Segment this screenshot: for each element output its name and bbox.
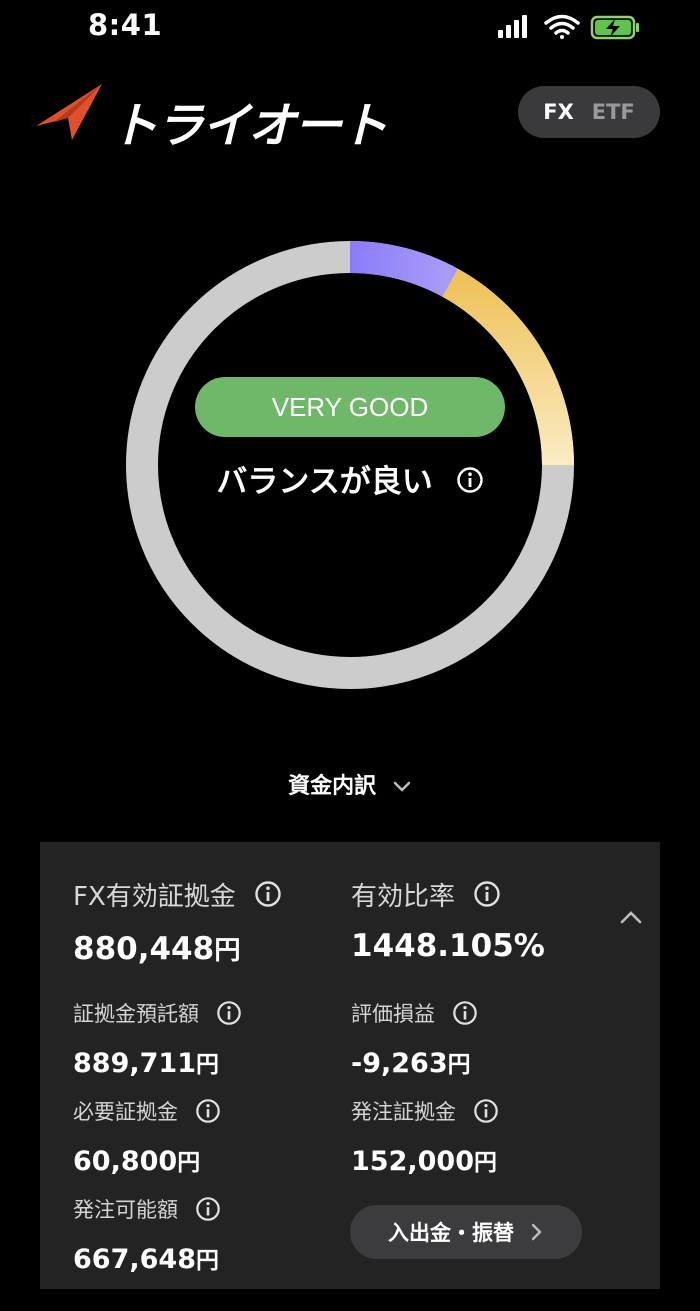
- info-icon[interactable]: [195, 1196, 221, 1227]
- toggle-fx[interactable]: FX: [543, 100, 574, 124]
- info-icon[interactable]: [452, 1000, 478, 1031]
- balance-rating-badge: VERY GOOD: [195, 377, 505, 437]
- balance-message: バランスが良い: [216, 464, 433, 500]
- chevron-up-icon[interactable]: [618, 908, 644, 926]
- gauge-segment-yellow: [442, 268, 574, 466]
- available-label: 発注可能額: [73, 1194, 221, 1227]
- deposit-transfer-label: 入出金・振替: [388, 1221, 514, 1245]
- ratio-label: 有効比率: [351, 876, 501, 915]
- signal-icon: [498, 15, 527, 38]
- chevron-right-icon: [531, 1223, 542, 1241]
- pnl-label: 評価損益: [351, 998, 478, 1031]
- required-value: 60,800円: [73, 1146, 201, 1177]
- info-icon[interactable]: [195, 1098, 221, 1129]
- fund-breakdown-toggle[interactable]: 資金内訳: [0, 768, 700, 800]
- info-icon[interactable]: [456, 466, 484, 502]
- available-value: 667,648円: [73, 1244, 219, 1275]
- wifi-icon: [544, 14, 580, 39]
- order-margin-value: 152,000円: [351, 1146, 497, 1177]
- toggle-etf[interactable]: ETF: [592, 100, 635, 124]
- app-logo-text: トライオート: [110, 98, 388, 154]
- product-toggle[interactable]: FX ETF: [518, 86, 660, 138]
- info-icon[interactable]: [216, 1000, 242, 1031]
- deposit-value: 889,711円: [73, 1048, 219, 1079]
- balance-status: バランスが良い: [0, 456, 700, 502]
- gauge-segment-purple: [349, 241, 458, 297]
- fund-breakdown-label: 資金内訳: [288, 774, 377, 799]
- ratio-value: 1448.105%: [351, 928, 545, 964]
- fx-margin-label: FX有効証拠金: [73, 876, 282, 915]
- status-icons: [498, 14, 639, 40]
- info-icon[interactable]: [473, 1098, 499, 1129]
- pnl-value: -9,263円: [351, 1048, 471, 1079]
- deposit-transfer-button[interactable]: 入出金・振替: [350, 1205, 582, 1259]
- required-label: 必要証拠金: [73, 1096, 221, 1129]
- info-icon[interactable]: [473, 880, 501, 915]
- battery-charging-icon: [590, 15, 639, 40]
- status-time: 8:41: [88, 8, 163, 42]
- deposit-label: 証拠金預託額: [73, 998, 242, 1031]
- order-margin-label: 発注証拠金: [351, 1096, 499, 1129]
- fx-margin-value: 880,448円: [73, 931, 241, 967]
- chevron-down-icon: [393, 781, 411, 792]
- info-icon[interactable]: [254, 880, 282, 915]
